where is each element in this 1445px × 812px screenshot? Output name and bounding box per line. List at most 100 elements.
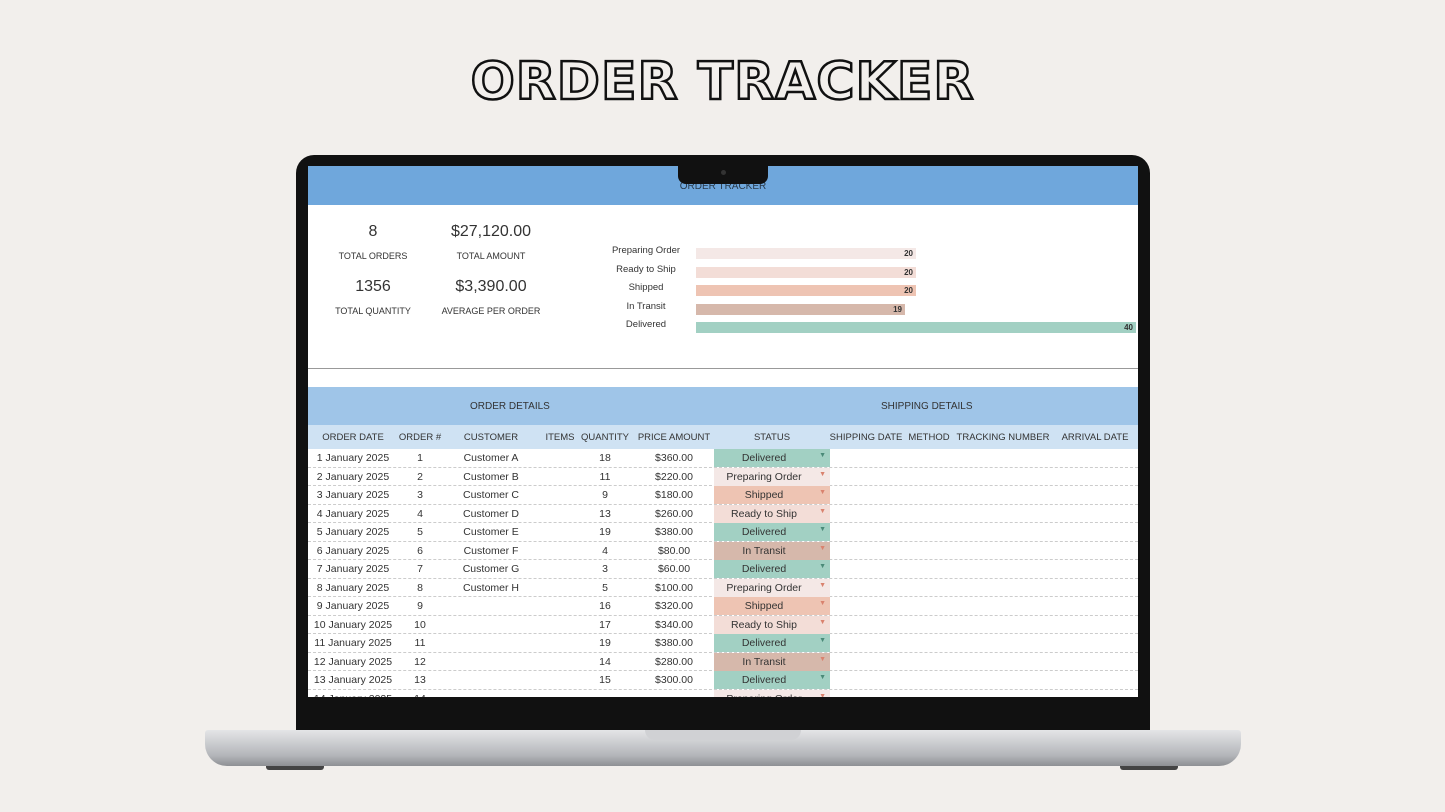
column-header[interactable]: PRICE AMOUNT bbox=[638, 432, 710, 443]
status-dropdown[interactable]: Preparing Order ▼ bbox=[714, 467, 830, 486]
cell-date[interactable]: 11 January 2025 bbox=[314, 637, 391, 649]
chevron-down-icon[interactable]: ▼ bbox=[819, 471, 826, 478]
cell-date[interactable]: 7 January 2025 bbox=[317, 563, 389, 575]
status-dropdown[interactable]: Preparing Order ▼ bbox=[714, 578, 830, 597]
chevron-down-icon[interactable]: ▼ bbox=[819, 489, 826, 496]
chevron-down-icon[interactable]: ▼ bbox=[819, 563, 826, 570]
cell-num[interactable]: 8 bbox=[417, 582, 423, 594]
cell-price[interactable]: $180.00 bbox=[655, 489, 693, 501]
cell-date[interactable]: 10 January 2025 bbox=[314, 619, 392, 631]
status-dropdown[interactable]: Delivered ▼ bbox=[714, 634, 830, 652]
cell-date[interactable]: 6 January 2025 bbox=[317, 545, 389, 557]
cell-date[interactable]: 9 January 2025 bbox=[317, 600, 389, 612]
cell-price[interactable]: $380.00 bbox=[655, 637, 693, 649]
chevron-down-icon[interactable]: ▼ bbox=[819, 619, 826, 626]
chevron-down-icon[interactable]: ▼ bbox=[819, 600, 826, 607]
column-header[interactable]: ORDER # bbox=[399, 432, 441, 443]
cell-num[interactable]: 9 bbox=[417, 600, 423, 612]
chevron-down-icon[interactable]: ▼ bbox=[819, 656, 826, 663]
cell-customer[interactable]: Customer F bbox=[464, 545, 519, 557]
status-dropdown[interactable]: Delivered ▼ bbox=[714, 449, 830, 467]
cell-price[interactable]: $300.00 bbox=[655, 674, 693, 686]
cell-qty[interactable]: 19 bbox=[599, 526, 611, 538]
status-dropdown[interactable]: In Transit ▼ bbox=[714, 652, 830, 671]
status-dropdown[interactable]: Preparing Order ▼ bbox=[714, 689, 830, 698]
cell-price[interactable]: $260.00 bbox=[655, 508, 693, 520]
chevron-down-icon[interactable]: ▼ bbox=[819, 508, 826, 515]
cell-num[interactable]: 13 bbox=[414, 674, 426, 686]
chevron-down-icon[interactable]: ▼ bbox=[819, 545, 826, 552]
cell-customer[interactable]: Customer A bbox=[464, 452, 519, 464]
cell-price[interactable]: $220.00 bbox=[655, 471, 693, 483]
status-dropdown[interactable]: Delivered ▼ bbox=[714, 671, 830, 689]
chevron-down-icon[interactable]: ▼ bbox=[819, 526, 826, 533]
cell-customer[interactable]: Customer B bbox=[463, 471, 518, 483]
status-dropdown[interactable]: In Transit ▼ bbox=[714, 541, 830, 560]
column-header[interactable]: ITEMS bbox=[545, 432, 574, 443]
cell-num[interactable]: 10 bbox=[414, 619, 426, 631]
cell-customer[interactable]: Customer G bbox=[463, 563, 520, 575]
column-header[interactable]: QUANTITY bbox=[581, 432, 629, 443]
cell-num[interactable]: 12 bbox=[414, 656, 426, 668]
column-header[interactable]: SHIPPING DATE bbox=[830, 432, 903, 443]
chevron-down-icon[interactable]: ▼ bbox=[819, 452, 826, 459]
cell-price[interactable]: $80.00 bbox=[658, 545, 690, 557]
cell-date[interactable]: 13 January 2025 bbox=[314, 674, 392, 686]
status-dropdown[interactable]: Delivered ▼ bbox=[714, 523, 830, 541]
cell-qty[interactable]: 13 bbox=[599, 508, 611, 520]
cell-qty[interactable]: 4 bbox=[602, 545, 608, 557]
chevron-down-icon[interactable]: ▼ bbox=[819, 693, 826, 698]
cell-qty[interactable]: 11 bbox=[600, 471, 611, 483]
cell-date[interactable]: 12 January 2025 bbox=[314, 656, 392, 668]
cell-customer[interactable]: Customer D bbox=[463, 508, 519, 520]
column-header[interactable]: ARRIVAL DATE bbox=[1062, 432, 1129, 443]
chevron-down-icon[interactable]: ▼ bbox=[819, 674, 826, 681]
cell-date[interactable]: 1 January 2025 bbox=[317, 452, 389, 464]
status-dropdown[interactable]: Delivered ▼ bbox=[714, 560, 830, 578]
status-dropdown[interactable]: Ready to Ship ▼ bbox=[714, 504, 830, 523]
cell-num[interactable]: 7 bbox=[417, 563, 423, 575]
cell-date[interactable]: 14 January 2025 bbox=[314, 693, 392, 698]
cell-price[interactable]: $320.00 bbox=[655, 600, 693, 612]
cell-qty[interactable]: 9 bbox=[602, 489, 608, 501]
cell-num[interactable]: 2 bbox=[417, 471, 423, 483]
cell-num[interactable]: 5 bbox=[417, 526, 423, 538]
cell-customer[interactable]: Customer C bbox=[463, 489, 519, 501]
cell-price[interactable]: $360.00 bbox=[655, 452, 693, 464]
cell-qty[interactable]: 15 bbox=[599, 674, 611, 686]
cell-num[interactable]: 3 bbox=[417, 489, 423, 501]
cell-customer[interactable]: Customer H bbox=[463, 582, 519, 594]
cell-date[interactable]: 5 January 2025 bbox=[317, 526, 389, 538]
cell-qty[interactable]: 3 bbox=[602, 563, 608, 575]
cell-num[interactable]: 6 bbox=[417, 545, 423, 557]
status-dropdown[interactable]: Shipped ▼ bbox=[714, 597, 830, 615]
cell-num[interactable]: 14 bbox=[414, 693, 426, 698]
chevron-down-icon[interactable]: ▼ bbox=[819, 637, 826, 644]
cell-qty[interactable]: 14 bbox=[599, 656, 611, 668]
status-dropdown[interactable]: Shipped ▼ bbox=[714, 486, 830, 504]
cell-date[interactable]: 3 January 2025 bbox=[317, 489, 389, 501]
chevron-down-icon[interactable]: ▼ bbox=[819, 582, 826, 589]
cell-date[interactable]: 2 January 2025 bbox=[317, 471, 389, 483]
status-dropdown[interactable]: Ready to Ship ▼ bbox=[714, 615, 830, 634]
cell-price[interactable]: $60.00 bbox=[658, 563, 690, 575]
cell-qty[interactable]: 5 bbox=[602, 582, 608, 594]
cell-qty[interactable]: 18 bbox=[599, 452, 611, 464]
cell-price[interactable]: $380.00 bbox=[655, 526, 693, 538]
cell-qty[interactable]: 19 bbox=[599, 637, 611, 649]
cell-customer[interactable]: Customer E bbox=[463, 526, 518, 538]
column-header[interactable]: CUSTOMER bbox=[464, 432, 518, 443]
cell-num[interactable]: 4 bbox=[417, 508, 423, 520]
cell-qty[interactable]: 17 bbox=[599, 619, 611, 631]
cell-qty[interactable]: 16 bbox=[599, 600, 611, 612]
cell-price[interactable]: $100.00 bbox=[655, 582, 693, 594]
cell-num[interactable]: 11 bbox=[415, 637, 426, 649]
column-header[interactable]: METHOD bbox=[908, 432, 949, 443]
column-header[interactable]: TRACKING NUMBER bbox=[957, 432, 1050, 443]
cell-price[interactable]: $340.00 bbox=[655, 619, 693, 631]
column-header[interactable]: ORDER DATE bbox=[322, 432, 384, 443]
column-header[interactable]: STATUS bbox=[754, 432, 790, 443]
cell-num[interactable]: 1 bbox=[417, 452, 423, 464]
cell-price[interactable]: $280.00 bbox=[655, 656, 693, 668]
cell-date[interactable]: 8 January 2025 bbox=[317, 582, 389, 594]
